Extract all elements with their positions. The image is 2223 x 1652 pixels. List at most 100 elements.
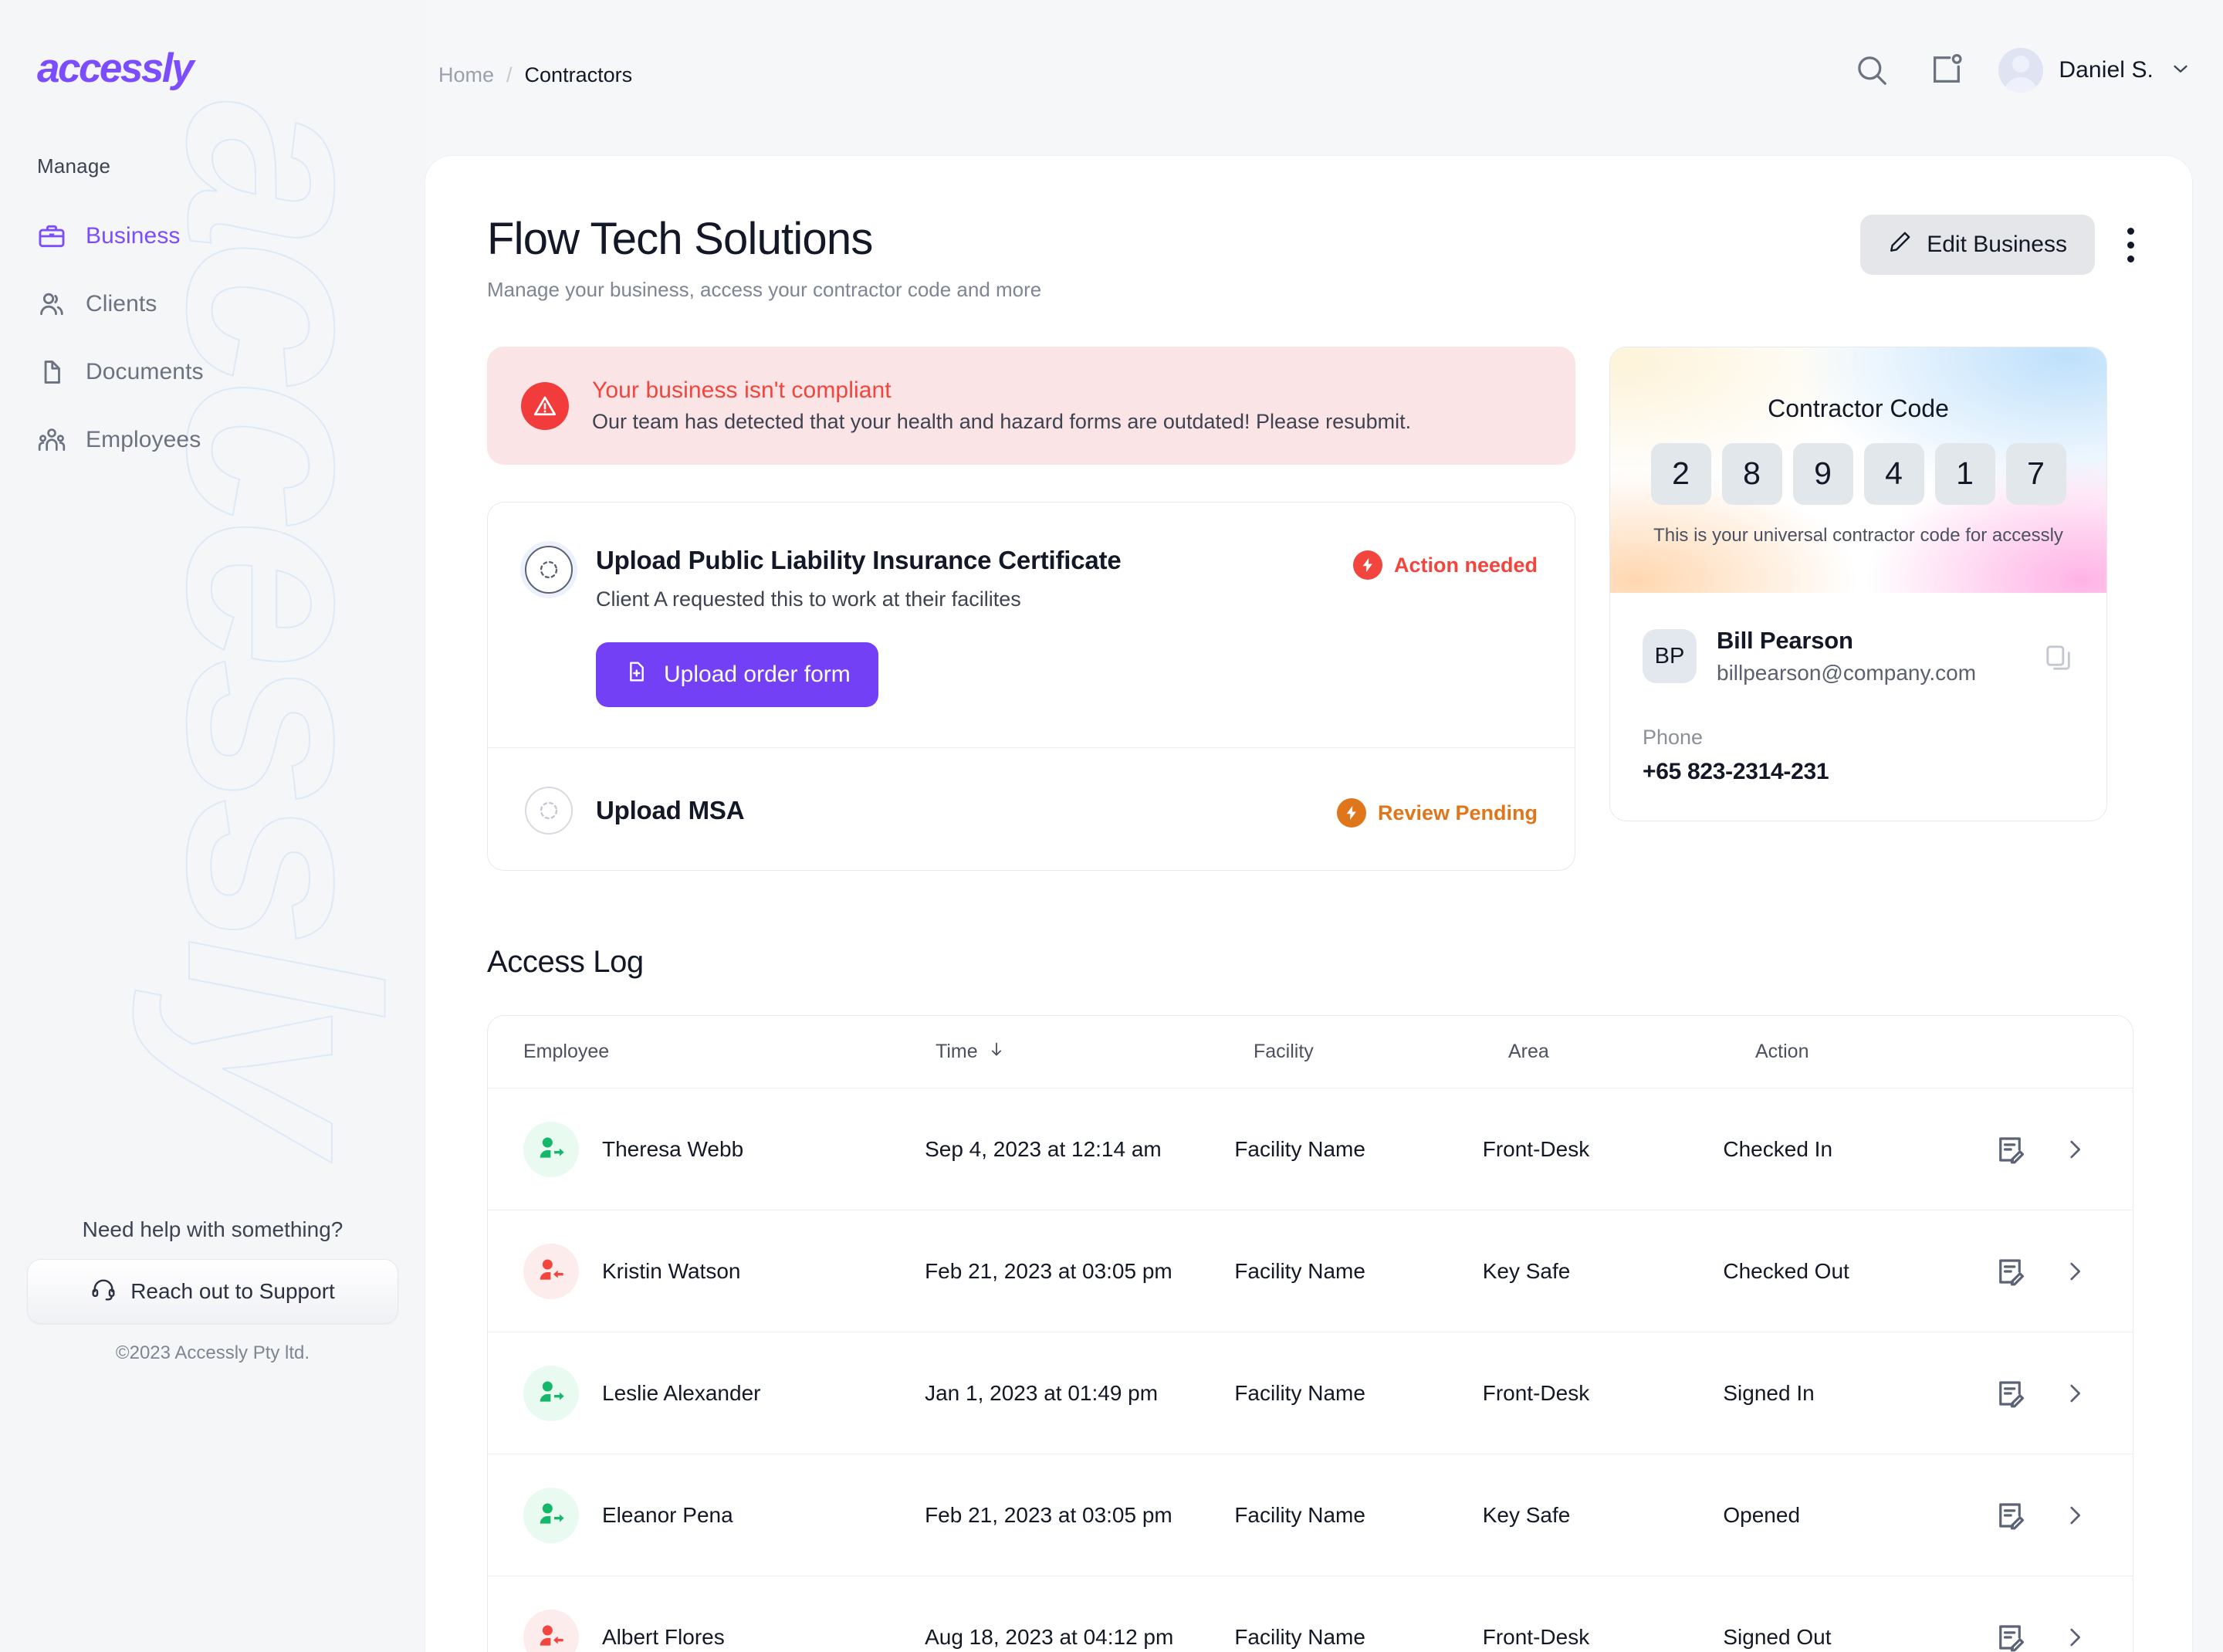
- briefcase-icon: [37, 222, 66, 251]
- sidebar: accessly accessly Manage Business Client…: [0, 0, 425, 1652]
- chevron-right-icon[interactable]: [2062, 1258, 2088, 1285]
- lightning-bolt-icon: [1352, 550, 1382, 580]
- status-badge-action-needed: Action needed: [1352, 546, 1538, 580]
- column-header-facility[interactable]: Facility: [1254, 1041, 1508, 1063]
- breadcrumb-home[interactable]: Home: [438, 63, 494, 87]
- avatar: [1998, 48, 2044, 93]
- access-log-title: Access Log: [487, 945, 644, 979]
- upload-task-row: Upload MSA Review Pending: [525, 787, 1538, 834]
- users-icon: [37, 289, 66, 319]
- table-row[interactable]: Theresa Webb Sep 4, 2023 at 12:14 am Fac…: [488, 1088, 2133, 1210]
- user-name: Daniel S.: [2059, 57, 2154, 83]
- chevron-right-icon[interactable]: [2062, 1380, 2088, 1407]
- cell-time: Jan 1, 2023 at 01:49 pm: [925, 1380, 1159, 1405]
- arrow-down-icon[interactable]: [987, 1040, 1006, 1064]
- breadcrumb: Home / Contractors: [438, 63, 632, 87]
- edit-business-button[interactable]: Edit Business: [1860, 215, 2095, 275]
- edit-document-icon[interactable]: [1994, 1133, 2026, 1166]
- contractor-code-digits: 2 8 9 4 1 7: [1650, 442, 2066, 505]
- status-badge-label: Action needed: [1393, 553, 1538, 577]
- main-panel: Flow Tech Solutions Manage your business…: [425, 156, 2192, 1652]
- contact-name: Bill Pearson: [1717, 627, 1853, 654]
- cell-action: Signed Out: [1723, 1625, 1832, 1649]
- table-row[interactable]: Kristin Watson Feb 21, 2023 at 03:05 pm …: [488, 1210, 2133, 1332]
- user-check-in-icon: [523, 1365, 579, 1421]
- kebab-menu-icon[interactable]: [2116, 215, 2144, 275]
- breadcrumb-current: Contractors: [524, 63, 633, 86]
- copy-icon[interactable]: [2043, 642, 2074, 677]
- sidebar-item-label: Clients: [86, 291, 157, 317]
- compliance-column: Your business isn't compliant Our team h…: [487, 347, 1575, 871]
- cell-time: Feb 21, 2023 at 03:05 pm: [925, 1258, 1172, 1283]
- cell-action: Checked In: [1723, 1136, 1833, 1161]
- contact-section: BP Bill Pearson billpearson@company.com: [1610, 593, 2106, 821]
- contractor-code-card: Contractor Code 2 8 9 4 1 7 This is your…: [1609, 347, 2107, 821]
- cell-action: Checked Out: [1723, 1258, 1849, 1283]
- cell-employee: Theresa Webb: [602, 1136, 744, 1161]
- sidebar-nav: Business Clients Documents Employees: [0, 202, 425, 474]
- cell-area: Key Safe: [1482, 1502, 1571, 1527]
- column-header-time[interactable]: Time: [936, 1040, 1254, 1064]
- table-row[interactable]: Albert Flores Aug 18, 2023 at 04:12 pm F…: [488, 1576, 2133, 1652]
- contractor-code-gradient: Contractor Code 2 8 9 4 1 7 This is your…: [1610, 347, 2106, 593]
- chevron-right-icon[interactable]: [2062, 1502, 2088, 1528]
- sidebar-item-business[interactable]: Business: [0, 202, 425, 270]
- edit-document-icon[interactable]: [1994, 1499, 2026, 1532]
- sidebar-item-clients[interactable]: Clients: [0, 270, 425, 338]
- support-button-label: Reach out to Support: [130, 1279, 335, 1303]
- cell-area: Key Safe: [1482, 1258, 1571, 1283]
- sidebar-item-label: Documents: [86, 359, 204, 384]
- chevron-right-icon[interactable]: [2062, 1136, 2088, 1163]
- user-menu[interactable]: Daniel S.: [1998, 48, 2192, 93]
- chevron-down-icon[interactable]: [2169, 57, 2192, 84]
- notification-icon[interactable]: [1924, 49, 1968, 92]
- contractor-code-note: This is your universal contractor code f…: [1653, 524, 2063, 546]
- sidebar-item-documents[interactable]: Documents: [0, 338, 425, 406]
- cell-facility: Facility Name: [1234, 1380, 1365, 1405]
- edit-business-label: Edit Business: [1927, 232, 2067, 257]
- compliance-alert: Your business isn't compliant Our team h…: [487, 347, 1575, 465]
- table-row[interactable]: Leslie Alexander Jan 1, 2023 at 01:49 pm…: [488, 1332, 2133, 1454]
- cell-action: Opened: [1723, 1502, 1801, 1527]
- upload-task-description: Client A requested this to work at their…: [596, 587, 1021, 611]
- cell-employee: Eleanor Pena: [602, 1502, 733, 1527]
- cell-area: Front-Desk: [1482, 1380, 1590, 1405]
- column-header-employee[interactable]: Employee: [488, 1041, 936, 1063]
- contact-initials-avatar: BP: [1643, 629, 1697, 683]
- code-digit: 8: [1721, 442, 1782, 505]
- contractor-code-title: Contractor Code: [1768, 394, 1949, 422]
- cell-time: Feb 21, 2023 at 03:05 pm: [925, 1502, 1172, 1527]
- divider: [488, 747, 1575, 748]
- sidebar-item-label: Business: [86, 223, 181, 249]
- cell-area: Front-Desk: [1482, 1136, 1590, 1161]
- sidebar-section-title: Manage: [37, 154, 111, 178]
- edit-document-icon[interactable]: [1994, 1621, 2026, 1652]
- app-logo[interactable]: accessly: [37, 45, 195, 92]
- table-row[interactable]: Eleanor Pena Feb 21, 2023 at 03:05 pm Fa…: [488, 1454, 2133, 1576]
- cell-facility: Facility Name: [1234, 1136, 1365, 1161]
- overview-section: Your business isn't compliant Our team h…: [487, 347, 2133, 871]
- access-log-table: Employee Time Facility Area Action There…: [487, 1015, 2133, 1652]
- search-icon[interactable]: [1850, 49, 1893, 92]
- alert-title: Your business isn't compliant: [592, 377, 892, 403]
- upload-order-form-button[interactable]: Upload order form: [596, 642, 878, 707]
- chevron-right-icon[interactable]: [2062, 1624, 2088, 1650]
- column-header-action[interactable]: Action: [1755, 1041, 2033, 1063]
- cell-employee: Kristin Watson: [602, 1258, 741, 1283]
- support-question: Need help with something?: [82, 1217, 343, 1241]
- topbar-actions: Daniel S.: [1850, 48, 2192, 93]
- reach-out-to-support-button[interactable]: Reach out to Support: [27, 1259, 398, 1324]
- edit-document-icon[interactable]: [1994, 1255, 2026, 1288]
- scan-target-icon: [525, 546, 573, 594]
- status-badge-review-pending: Review Pending: [1336, 794, 1538, 828]
- user-check-out-icon: [523, 1243, 579, 1299]
- upload-order-form-label: Upload order form: [664, 662, 851, 687]
- breadcrumb-separator: /: [506, 63, 513, 86]
- edit-document-icon[interactable]: [1994, 1377, 2026, 1410]
- column-header-area[interactable]: Area: [1508, 1041, 1755, 1063]
- page-subtitle: Manage your business, access your contra…: [487, 278, 1042, 301]
- code-digit: 4: [1863, 442, 1924, 505]
- sidebar-item-label: Employees: [86, 427, 201, 452]
- cell-facility: Facility Name: [1234, 1502, 1365, 1527]
- sidebar-item-employees[interactable]: Employees: [0, 406, 425, 474]
